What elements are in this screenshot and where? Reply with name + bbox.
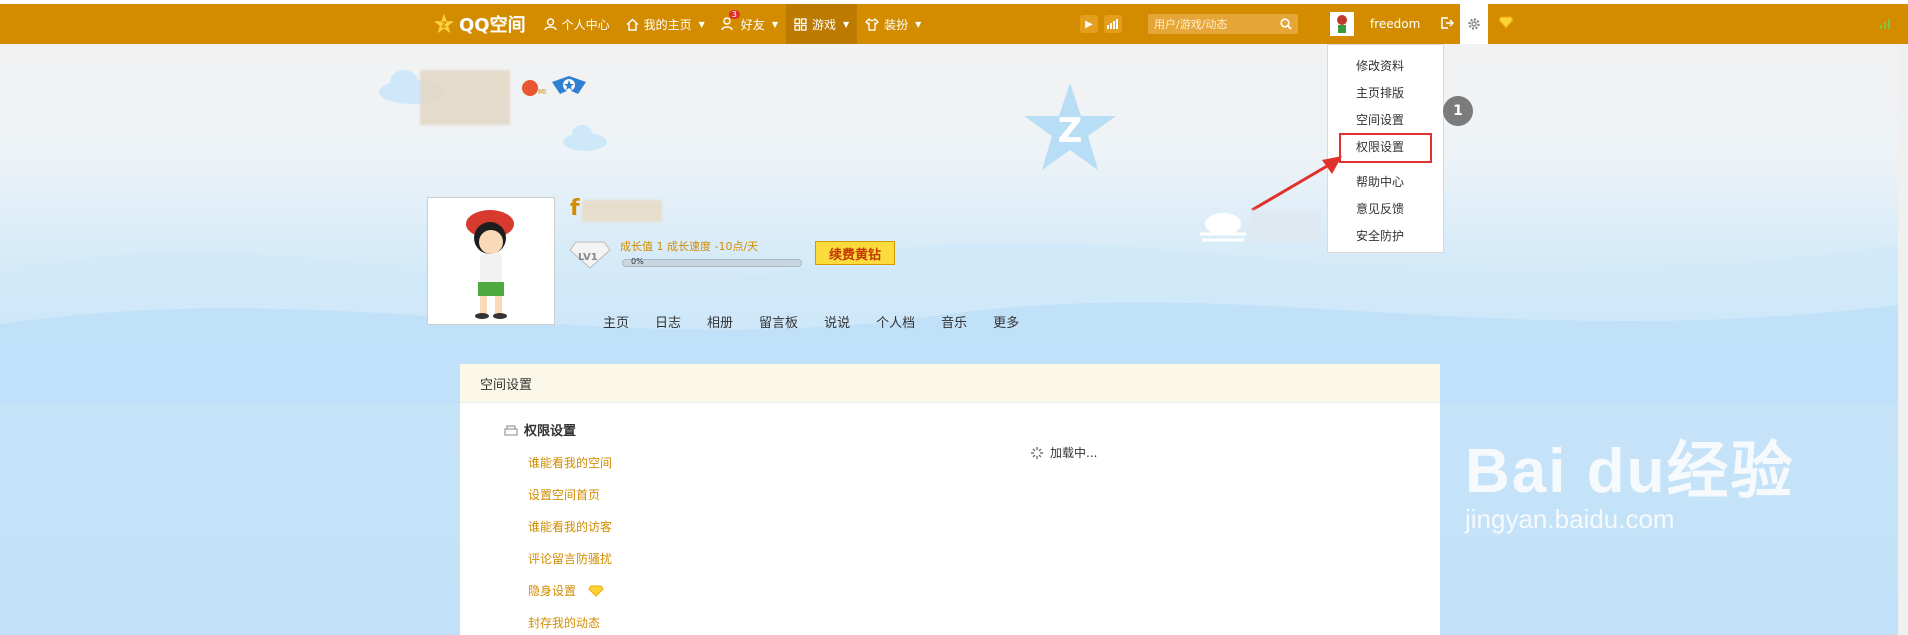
search-icon (1280, 18, 1292, 30)
diamond-icon (588, 585, 604, 597)
menu-item-homepage-layout[interactable]: 主页排版 (1356, 84, 1404, 101)
chevron-down-icon: ▼ (771, 19, 778, 29)
cloud-decoration-icon (563, 125, 607, 151)
growth-progress-bar: 0% (622, 257, 802, 267)
menu-item-security[interactable]: 安全防护 (1356, 227, 1404, 244)
tab-message-board[interactable]: 留言板 (746, 312, 811, 331)
friends-icon (721, 17, 733, 31)
blurred-nickname (582, 200, 662, 222)
home-icon (626, 18, 639, 31)
nav-my-homepage[interactable]: 我的主页 ▼ (618, 4, 713, 44)
tab-shuoshuo[interactable]: 说说 (811, 312, 863, 331)
link-who-can-see-visitors[interactable]: 谁能看我的访客 (528, 518, 612, 535)
svg-text:Z: Z (1058, 111, 1083, 151)
watermark-line1: Bai du经验 (1465, 437, 1795, 506)
gear-icon (1468, 18, 1481, 30)
logout-icon (1441, 16, 1455, 29)
profile-nickname: f (570, 196, 580, 221)
grid-icon (794, 17, 807, 31)
section-title-text: 权限设置 (524, 424, 577, 439)
link-invisible-settings[interactable]: 隐身设置 (528, 582, 576, 599)
link-set-homepage[interactable]: 设置空间首页 (528, 486, 600, 503)
chevron-down-icon: ▼ (842, 19, 850, 29)
user-avatar-small[interactable] (1330, 12, 1354, 36)
tab-blog[interactable]: 日志 (642, 312, 694, 331)
link-who-can-see-space[interactable]: 谁能看我的空间 (528, 454, 612, 471)
renew-yellow-diamond-button[interactable]: 续费黄钻 (815, 241, 895, 265)
search-placeholder: 用户/游戏/动态 (1154, 18, 1228, 31)
settings-panel: 空间设置 权限设置 谁能看我的空间 设置空间首页 谁能看我的访客 评论留言防骚扰… (460, 364, 1440, 635)
growth-info: 成长值 1 成长速度 -10点/天 (620, 240, 759, 253)
blurred-info (1250, 210, 1320, 242)
logo-text: QQ空间 (459, 15, 526, 36)
chevron-down-icon: ▼ (698, 19, 705, 29)
shirt-icon (865, 17, 880, 31)
menu-item-space-settings[interactable]: 空间设置 (1356, 111, 1404, 128)
nav-personal-center[interactable]: 个人中心 (536, 4, 618, 44)
menu-item-edit-profile[interactable]: 修改资料 (1356, 57, 1404, 74)
badge-icon: MIC (522, 80, 546, 96)
avatar-image (1337, 15, 1347, 33)
bar-chart-icon (1107, 19, 1118, 29)
tab-home[interactable]: 主页 (590, 312, 642, 331)
lock-icon (504, 424, 518, 436)
avatar-cartoon-image (466, 210, 514, 319)
nav-friends[interactable]: 3 好友 ▼ (713, 4, 786, 44)
stats-button[interactable] (1104, 15, 1122, 33)
nav-games[interactable]: 游戏 ▼ (785, 4, 858, 44)
tab-profile[interactable]: 个人档 (863, 312, 928, 331)
link-anti-harassment[interactable]: 评论留言防骚扰 (528, 550, 612, 567)
highlight-box (1339, 133, 1432, 163)
play-icon: ▶ (1085, 18, 1093, 30)
vertical-scrollbar[interactable] (1898, 44, 1908, 635)
nav-label: 个人中心 (561, 17, 610, 32)
level-diamond: LV1 (568, 240, 612, 273)
svg-text:MIC: MIC (538, 88, 546, 96)
tab-more[interactable]: 更多 (980, 312, 1032, 331)
wing-badge-icon (552, 76, 586, 94)
search-input[interactable]: 用户/游戏/动态 (1148, 14, 1298, 34)
permission-section-title: 权限设置 (504, 420, 576, 439)
chevron-down-icon: ▼ (915, 19, 922, 29)
friends-count-badge: 3 (728, 10, 740, 19)
profile-tabs: 主页 日志 相册 留言板 说说 个人档 音乐 更多 (590, 312, 1032, 331)
progress-percent: 0% (631, 257, 644, 266)
svg-text:Z: Z (441, 20, 447, 30)
weather-cloud-icon (1200, 213, 1246, 242)
diamond-icon (1498, 16, 1514, 29)
star-decoration-icon: Z (1024, 83, 1116, 170)
menu-item-help-center[interactable]: 帮助中心 (1356, 173, 1404, 190)
loading-indicator: 加载中... (1030, 444, 1097, 461)
nav-label: 游戏 (811, 17, 836, 32)
notification-count-badge[interactable]: 1 (1443, 96, 1473, 126)
user-icon (543, 17, 557, 30)
baidu-watermark: Bai du经验 jingyan.baidu.com (1465, 420, 1794, 535)
link-invisible-settings-row[interactable]: 隐身设置 (528, 582, 604, 599)
panel-header: 空间设置 (460, 364, 1440, 403)
nav-label: 我的主页 (643, 17, 692, 32)
menu-item-feedback[interactable]: 意见反馈 (1356, 200, 1404, 217)
link-archive-feeds[interactable]: 封存我的动态 (528, 614, 600, 631)
blurred-avatar-area (420, 70, 510, 125)
panel-title: 空间设置 (480, 377, 533, 393)
profile-avatar[interactable] (427, 197, 555, 325)
tab-album[interactable]: 相册 (694, 312, 746, 331)
qzone-logo[interactable]: Z QQ空间 (425, 4, 536, 44)
nav-dressup[interactable]: 装扮 ▼ (857, 4, 929, 44)
signal-icon (1880, 19, 1890, 29)
username-link[interactable]: freedom (1370, 17, 1420, 31)
yellow-diamond-button[interactable] (1498, 16, 1514, 32)
qzone-star-icon: Z (433, 13, 455, 34)
nav-label: 装扮 (884, 17, 909, 32)
nav-label: 好友 (740, 17, 765, 32)
logout-button[interactable] (1440, 16, 1455, 33)
settings-button[interactable] (1460, 4, 1489, 44)
tab-music[interactable]: 音乐 (928, 312, 980, 331)
spinner-icon (1031, 446, 1043, 459)
loading-text: 加载中... (1050, 446, 1098, 460)
play-button[interactable]: ▶ (1080, 15, 1098, 33)
signal-indicator (1880, 4, 1890, 44)
top-navigation-bar: Z QQ空间 个人中心 我的主页 ▼ 3 好友 ▼ 游戏 ▼ 装扮 ▼ ▶ 用户… (0, 0, 1908, 44)
level-label: LV1 (578, 252, 598, 263)
